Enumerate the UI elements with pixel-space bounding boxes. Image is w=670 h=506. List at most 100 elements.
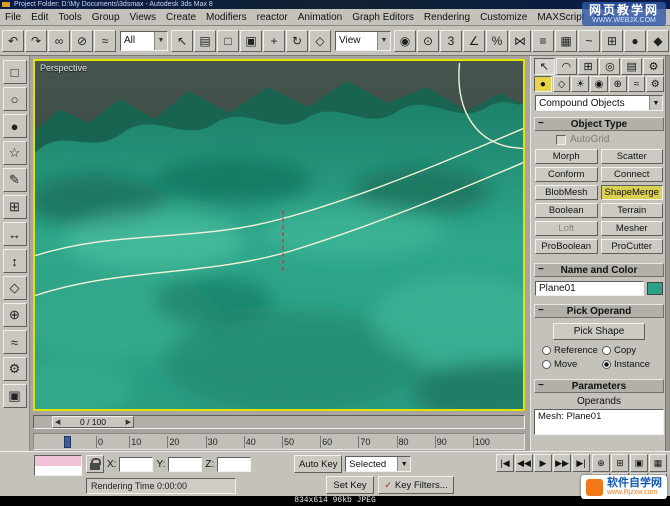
tab-hierarchy[interactable]: ⊞ — [577, 58, 599, 75]
tab-create[interactable]: ↖ — [534, 58, 555, 75]
menu-item-reactor[interactable]: reactor — [252, 12, 293, 23]
menu-item-maxscript[interactable]: MAXScript — [532, 12, 589, 23]
tab-utilities[interactable]: ⚙ — [643, 58, 664, 75]
left-tool-panel-icon[interactable]: ▣ — [2, 384, 27, 408]
radio-move[interactable]: Move — [542, 359, 600, 370]
track-bar[interactable]: 0 10 20 30 40 50 60 70 80 90 100 — [33, 433, 525, 450]
next-frame-button[interactable]: ▶▶ — [553, 454, 571, 472]
previous-frame-button[interactable]: ◀◀ — [515, 454, 533, 472]
reference-coordinate-dropdown[interactable]: View ▼ — [335, 30, 391, 51]
curve-editor-icon[interactable]: ~ — [578, 29, 600, 52]
left-tool-move-horizontal-icon[interactable]: ↔ — [2, 222, 27, 246]
track-bar-marker[interactable] — [64, 436, 71, 448]
go-to-start-button[interactable]: |◀ — [496, 454, 514, 472]
chevron-down-icon[interactable]: ▼ — [154, 31, 167, 50]
unlink-selection-icon[interactable]: ⊘ — [71, 29, 93, 52]
left-tool-diamond-icon[interactable]: ◇ — [2, 276, 27, 300]
play-button[interactable]: ▶ — [534, 454, 552, 472]
left-tool-circle-icon[interactable]: ○ — [2, 87, 27, 111]
panel-scrollbar[interactable] — [665, 56, 670, 451]
operand-item[interactable]: Mesh: Plane01 — [535, 410, 663, 423]
name-color-rollout-header[interactable]: − Name and Color — [534, 263, 664, 277]
selection-lock-button[interactable] — [86, 455, 104, 473]
schematic-view-icon[interactable]: ⊞ — [601, 29, 623, 52]
chevron-down-icon[interactable]: ▼ — [377, 31, 390, 50]
parameters-rollout-header[interactable]: − Parameters — [534, 379, 664, 393]
radio-copy[interactable]: Copy — [602, 345, 660, 356]
select-and-scale-icon[interactable]: ◇ — [309, 29, 331, 52]
object-type-button-connect[interactable]: Connect — [600, 167, 663, 182]
category-space-warps[interactable]: ≈ — [627, 76, 646, 92]
category-lights[interactable]: ☀ — [571, 76, 590, 92]
auto-key-button[interactable]: Auto Key — [294, 455, 343, 473]
left-tool-pen-icon[interactable]: ✎ — [2, 168, 27, 192]
menu-item-group[interactable]: Group — [87, 12, 125, 23]
select-and-rotate-icon[interactable]: ↻ — [286, 29, 308, 52]
macro-recorder-line[interactable] — [35, 456, 81, 466]
zoom-extents-button[interactable]: ▣ — [630, 454, 648, 472]
rectangular-selection-region-icon[interactable]: □ — [217, 29, 239, 52]
object-type-button-boolean[interactable]: Boolean — [535, 203, 598, 218]
object-type-button-conform[interactable]: Conform — [535, 167, 598, 182]
redo-icon[interactable]: ↷ — [25, 29, 47, 52]
radio-reference[interactable]: Reference — [542, 345, 600, 356]
object-type-button-blobmesh[interactable]: BlobMesh — [535, 185, 598, 200]
go-to-end-button[interactable]: ▶| — [572, 454, 590, 472]
object-type-button-morph[interactable]: Morph — [535, 149, 598, 164]
viewport-label[interactable]: Perspective — [40, 63, 87, 73]
category-helpers[interactable]: ⊕ — [608, 76, 627, 92]
key-filters-button[interactable]: ✓ Key Filters... — [378, 476, 454, 494]
chevron-down-icon[interactable]: ▼ — [397, 457, 411, 471]
left-tool-grid-icon[interactable]: ⊞ — [2, 195, 27, 219]
tab-modify[interactable]: ◠ — [555, 58, 577, 75]
left-tool-wave-icon[interactable]: ≈ — [2, 330, 27, 354]
zoom-button[interactable]: ⊕ — [592, 454, 610, 472]
object-type-rollout-header[interactable]: − Object Type — [534, 117, 664, 131]
object-type-button-proboolean[interactable]: ProBoolean — [535, 239, 598, 254]
menu-item-graph-editors[interactable]: Graph Editors — [347, 12, 419, 23]
menu-item-modifiers[interactable]: Modifiers — [201, 12, 252, 23]
object-color-swatch[interactable] — [647, 282, 663, 295]
y-coordinate-field[interactable] — [168, 456, 203, 472]
tab-motion[interactable]: ◎ — [599, 58, 621, 75]
zoom-all-button[interactable]: ⊞ — [611, 454, 629, 472]
object-name-input[interactable]: Plane01 — [535, 281, 644, 296]
listener-line[interactable] — [35, 465, 81, 475]
pick-shape-button[interactable]: Pick Shape — [553, 323, 645, 340]
select-by-name-icon[interactable]: ▤ — [194, 29, 216, 52]
object-type-button-terrain[interactable]: Terrain — [600, 203, 663, 218]
key-set-dropdown[interactable]: Selected ▼ — [345, 456, 412, 472]
left-tool-box-icon[interactable]: □ — [2, 60, 27, 84]
operands-list[interactable]: Mesh: Plane01 — [534, 409, 664, 435]
select-and-link-icon[interactable]: ∞ — [48, 29, 70, 52]
perspective-viewport[interactable]: Perspective — [33, 59, 525, 411]
percent-snap-icon[interactable]: % — [486, 29, 508, 52]
x-coordinate-field[interactable] — [119, 456, 154, 472]
object-type-button-loft[interactable]: Loft — [535, 221, 598, 236]
z-coordinate-field[interactable] — [217, 456, 252, 472]
layer-manager-icon[interactable]: ▦ — [555, 29, 577, 52]
bind-to-space-warp-icon[interactable]: ≈ — [94, 29, 116, 52]
subcategory-dropdown[interactable]: Compound Objects ▼ — [535, 95, 663, 111]
left-tool-star-icon[interactable]: ☆ — [2, 141, 27, 165]
time-slider-handle[interactable]: ◀ 0 / 100 ▶ — [52, 416, 134, 428]
mirror-icon[interactable]: ⋈ — [509, 29, 531, 52]
zoom-extents-all-button[interactable]: ▦ — [649, 454, 667, 472]
menu-item-create[interactable]: Create — [161, 12, 201, 23]
time-slider-track[interactable]: ◀ 0 / 100 ▶ — [33, 415, 525, 429]
left-tool-sphere-icon[interactable]: ● — [2, 114, 27, 138]
render-scene-icon[interactable]: ◆ — [647, 29, 669, 52]
tab-display[interactable]: ▤ — [621, 58, 643, 75]
autogrid-checkbox[interactable] — [556, 134, 566, 145]
material-editor-icon[interactable]: ● — [624, 29, 646, 52]
window-crossing-icon[interactable]: ▣ — [240, 29, 262, 52]
set-key-button[interactable]: Set Key — [326, 476, 374, 494]
align-icon[interactable]: ≡ — [532, 29, 554, 52]
category-cameras[interactable]: ◉ — [590, 76, 608, 92]
object-type-button-shapemerge[interactable]: ShapeMerge — [600, 185, 663, 200]
object-type-button-procutter[interactable]: ProCutter — [600, 239, 663, 254]
menu-item-edit[interactable]: Edit — [26, 12, 53, 23]
menu-item-animation[interactable]: Animation — [293, 12, 347, 23]
angle-snap-icon[interactable]: ∠ — [463, 29, 485, 52]
select-and-manipulate-icon[interactable]: ⊙ — [417, 29, 439, 52]
